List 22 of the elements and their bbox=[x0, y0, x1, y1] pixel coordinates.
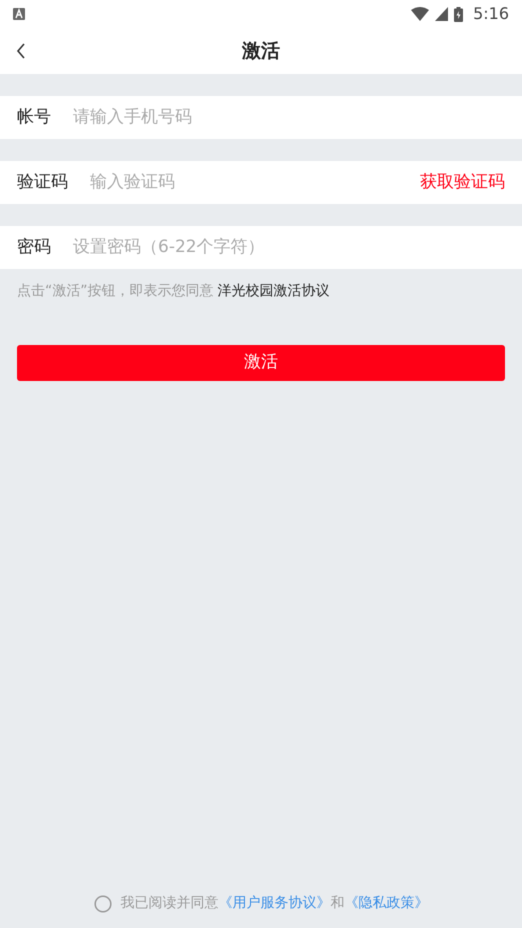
agreement-text: 我已阅读并同意 bbox=[120, 894, 218, 913]
agree-checkbox[interactable] bbox=[94, 894, 112, 912]
get-code-button[interactable]: 获取验证码 bbox=[420, 161, 522, 204]
input-field[interactable]: 设置密码（6-22个字符） bbox=[73, 226, 522, 269]
notice-text: 点击“激活”按钮，即表示您同意 bbox=[17, 283, 214, 299]
privacy-link[interactable]: 《隐私政策》 bbox=[344, 893, 428, 914]
notification-icon bbox=[13, 8, 25, 20]
page-title: 激活 bbox=[242, 38, 280, 64]
signal-icon bbox=[435, 7, 448, 21]
agreement-text: 和 bbox=[330, 894, 344, 913]
input-field[interactable]: 请输入手机号码 bbox=[73, 96, 522, 139]
input-field[interactable]: 输入验证码 bbox=[90, 161, 420, 204]
agreement-link[interactable]: 洋光校园激活协议 bbox=[218, 283, 330, 299]
field-label: 密码 bbox=[0, 226, 73, 269]
back-icon[interactable] bbox=[16, 43, 26, 59]
field-label: 帐号 bbox=[0, 96, 73, 139]
wifi-icon bbox=[411, 7, 430, 21]
field-label: 验证码 bbox=[0, 161, 90, 204]
status-time: 5:16 bbox=[473, 3, 509, 25]
battery-icon bbox=[454, 6, 464, 22]
activate-button[interactable]: 激活 bbox=[17, 345, 505, 381]
terms-link[interactable]: 《用户服务协议》 bbox=[218, 893, 330, 914]
